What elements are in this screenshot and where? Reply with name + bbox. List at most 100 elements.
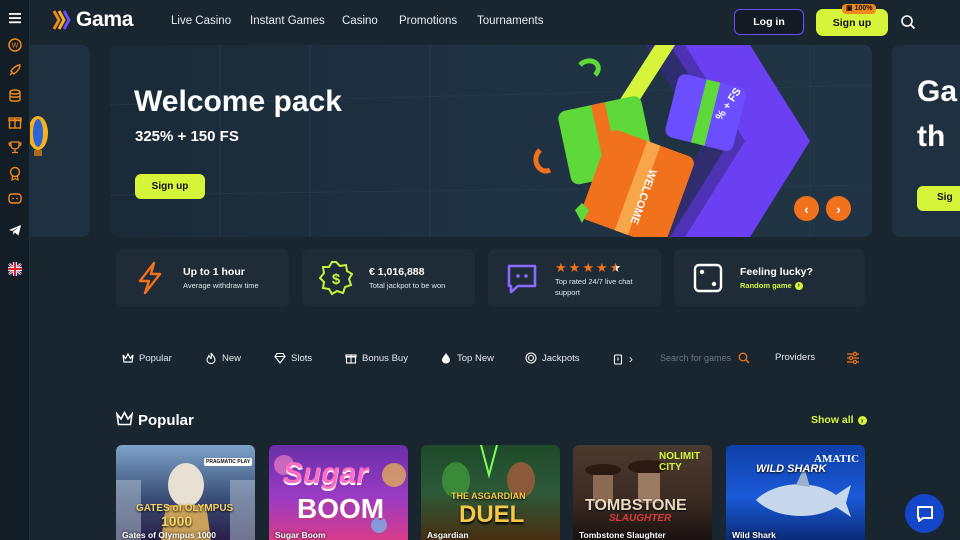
drop-icon [442, 353, 450, 364]
banner-signup-button[interactable]: Sign up [135, 174, 205, 199]
feature-support-subtitle-2: support [555, 288, 581, 297]
category-more[interactable]: › [612, 352, 633, 366]
provider-badge: NOLIMIT CITY [659, 451, 701, 473]
feature-withdraw-subtitle: Average withdraw time [183, 281, 259, 290]
database-icon[interactable] [6, 87, 24, 105]
chat-icon [916, 505, 933, 522]
next-slide-title: Ga [917, 75, 958, 108]
nav-instant-games[interactable]: Instant Games [250, 15, 325, 27]
nav-tournaments[interactable]: Tournaments [477, 15, 543, 27]
banner-previous-slide[interactable] [30, 45, 90, 237]
gift-icon [345, 354, 357, 364]
diamond-icon [274, 352, 286, 364]
search-icon[interactable] [738, 352, 750, 364]
telegram-icon[interactable] [6, 221, 24, 239]
banner-subtitle: 325% + 150 FS [135, 128, 239, 145]
category-slots[interactable]: Slots [274, 352, 312, 364]
provider-badge: PRAGMATIC PLAY [204, 458, 253, 466]
signup-bonus-badge: ▣ 100% [842, 4, 877, 14]
star-icon: ★ [595, 260, 608, 275]
game-art-subtitle: 1000 [161, 513, 193, 529]
feature-random-title: Feeling lucky? [740, 266, 813, 278]
jackpot-coin-icon [525, 352, 537, 364]
game-name: Gates of Olympus 1000 [122, 530, 217, 540]
rocket-icon[interactable] [6, 61, 24, 79]
logo[interactable]: Gama [52, 8, 133, 32]
category-slots-label: Slots [291, 352, 313, 364]
game-name: Sugar Boom [275, 530, 326, 540]
crown-icon [122, 352, 134, 363]
menu-icon[interactable] [6, 9, 24, 27]
game-card[interactable]: PRAGMATIC PLAY GATES of OLYMPUS 1000 Gat… [116, 445, 255, 540]
banner-prev-button[interactable]: ‹ [794, 196, 819, 221]
game-card[interactable]: THE ASGARDIAN DUEL Asgardian [421, 445, 560, 540]
game-name: Tombstone Slaughter [579, 530, 666, 540]
banner-next-slide[interactable]: Ga th Sig [892, 45, 960, 237]
show-all-link[interactable]: Show all › [811, 414, 867, 426]
arrow-right-circle-icon: › [794, 281, 803, 290]
popular-section-title: Popular [138, 412, 194, 429]
next-slide-cta[interactable]: Sig [917, 186, 960, 211]
show-all-label: Show all [811, 414, 854, 426]
random-game-link[interactable]: Random game › [740, 281, 803, 290]
crown-icon [116, 411, 133, 426]
dice-icon [693, 263, 723, 293]
category-jackpots-label: Jackpots [542, 352, 580, 364]
timer-icon [613, 354, 623, 365]
star-icon: ★ [568, 260, 581, 275]
search-icon[interactable] [900, 14, 916, 30]
chat-bubble-icon [507, 264, 537, 294]
chevron-right-icon: › [629, 352, 633, 366]
logo-mark-icon [52, 10, 71, 30]
game-art-subtitle: SLAUGHTER [609, 513, 672, 524]
game-name: Asgardian [427, 530, 469, 540]
feature-random-game[interactable]: Feeling lucky? Random game › [674, 249, 865, 307]
category-bonus-buy[interactable]: Bonus Buy [345, 352, 408, 364]
category-top-new-label: Top New [457, 352, 494, 364]
next-slide-title-line-2: th [917, 120, 946, 153]
svg-text:$: $ [332, 271, 341, 288]
nav-casino[interactable]: Casino [342, 15, 378, 27]
coin-icon[interactable]: W [6, 36, 24, 54]
filter-icon[interactable] [846, 351, 860, 365]
game-art-subtitle: DUEL [459, 501, 525, 528]
game-art-title: WILD SHARK [756, 463, 827, 475]
category-popular[interactable]: Popular [122, 352, 172, 364]
random-game-label: Random game [740, 281, 792, 290]
nav-promotions[interactable]: Promotions [399, 15, 457, 27]
half-star-icon: ★ [609, 260, 622, 275]
game-art-title: THE ASGARDIAN [451, 491, 526, 501]
star-icon: ★ [582, 260, 594, 275]
trophy-icon[interactable] [6, 138, 24, 156]
category-top-new[interactable]: Top New [440, 352, 494, 364]
category-new[interactable]: New [205, 352, 241, 364]
login-button[interactable]: Log in [734, 9, 804, 35]
top-header: Gama Live Casino Instant Games Casino Pr… [30, 0, 960, 44]
game-card[interactable]: AMATIC WILD SHARK Wild Shark [726, 445, 865, 540]
game-art-title: Sugar [283, 457, 369, 490]
game-card[interactable]: Sugar BOOM Sugar Boom [269, 445, 408, 540]
lightning-icon [138, 261, 162, 295]
star-icon: ★ [555, 260, 567, 275]
banner-next-button[interactable]: › [826, 196, 851, 221]
gift-icon: ▣ [846, 5, 855, 12]
feature-support: ★ ★ ★ ★ ★ Top rated 24/7 live chat suppo… [488, 249, 661, 307]
medal-icon[interactable] [6, 164, 24, 182]
game-card[interactable]: NOLIMIT CITY TOMBSTONE SLAUGHTER Tombsto… [573, 445, 712, 540]
category-bonus-buy-label: Bonus Buy [362, 352, 408, 364]
uk-flag-icon[interactable] [6, 260, 24, 278]
feature-jackpot: $ € 1,016,888 Total jackpot to be won [302, 249, 475, 307]
category-jackpots[interactable]: Jackpots [525, 352, 580, 364]
game-search-input[interactable]: Search for games [660, 353, 731, 363]
nav-live-casino[interactable]: Live Casino [171, 15, 231, 27]
svg-text:W: W [12, 42, 19, 50]
sidebar: W [0, 0, 30, 540]
gift-icon[interactable] [6, 113, 24, 131]
flame-icon [206, 352, 216, 364]
arrow-right-circle-icon: › [857, 415, 867, 425]
live-chat-button[interactable] [905, 494, 944, 533]
game-art-subtitle: BOOM [297, 493, 385, 524]
signup-bonus-badge-text: 100% [854, 5, 873, 12]
providers-button[interactable]: Providers [775, 352, 815, 363]
controller-icon[interactable] [6, 189, 24, 207]
